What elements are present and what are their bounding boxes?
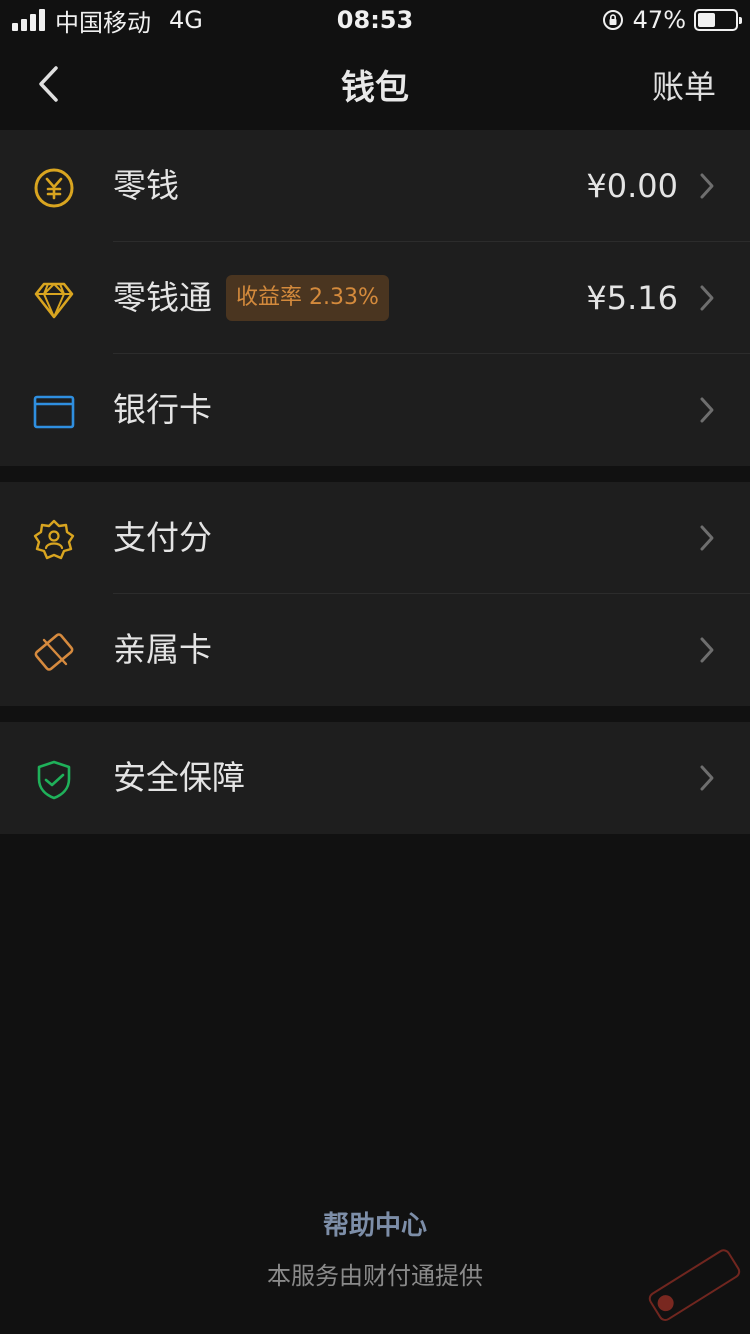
battery-icon (694, 9, 742, 31)
network-type: 4G (169, 6, 203, 34)
security-shield-icon (32, 758, 76, 802)
carrier-name: 中国移动 (55, 8, 151, 37)
list-item-family-card[interactable]: 亲属卡 (0, 594, 750, 706)
status-left: 中国移动 4G (12, 3, 203, 38)
yuan-coin-icon (32, 166, 76, 210)
signal-strength-icon (12, 9, 45, 31)
list-item-label: 支付分 (113, 518, 212, 557)
status-bar: 中国移动 4G 08:53 47% (0, 0, 750, 40)
list-item-security[interactable]: 安全保障 (0, 722, 750, 834)
wallet-group-3: 安全保障 (0, 722, 750, 834)
bill-button[interactable]: 账单 (652, 62, 716, 108)
battery-percent: 47% (632, 6, 686, 34)
page-title: 钱包 (341, 67, 409, 108)
list-item-label: 零钱通 (113, 278, 212, 317)
lingqiantong-balance: ¥5.16 (586, 279, 678, 317)
pay-score-badge-icon (32, 518, 76, 562)
list-item-lingqiantong[interactable]: 零钱通 收益率 2.33% ¥5.16 (0, 242, 750, 354)
chevron-left-icon (39, 66, 58, 102)
bank-card-icon (32, 390, 76, 434)
watermark-logo-icon (648, 1249, 741, 1321)
change-balance: ¥0.00 (586, 167, 678, 205)
list-item-bank-card[interactable]: 银行卡 (0, 354, 750, 466)
wallet-group-2: 支付分 亲属卡 (0, 482, 750, 706)
list-item-label: 零钱 (113, 166, 179, 205)
status-right: 47% (601, 6, 742, 34)
chevron-right-icon (700, 397, 714, 423)
chevron-right-icon (700, 173, 714, 199)
family-card-icon (32, 630, 76, 674)
orientation-lock-icon (602, 10, 623, 30)
back-button[interactable] (28, 62, 68, 106)
list-item-label: 安全保障 (113, 758, 245, 797)
yield-rate-badge: 收益率 2.33% (226, 275, 389, 321)
wallet-screen: 中国移动 4G 08:53 47% 钱包 账单 零钱 ¥0.00 零钱通 收益率… (0, 0, 750, 1334)
chevron-right-icon (700, 285, 714, 311)
wallet-group-1: 零钱 ¥0.00 零钱通 收益率 2.33% ¥5.16 银行卡 (0, 130, 750, 466)
list-item-label: 亲属卡 (113, 630, 212, 669)
nav-bar: 钱包 账单 (0, 40, 750, 128)
diamond-icon (32, 278, 76, 322)
list-item-label: 银行卡 (113, 390, 212, 429)
list-item-change[interactable]: 零钱 ¥0.00 (0, 130, 750, 242)
chevron-right-icon (700, 637, 714, 663)
help-center-link[interactable]: 帮助中心 (0, 1205, 750, 1242)
chevron-right-icon (700, 525, 714, 551)
list-item-pay-score[interactable]: 支付分 (0, 482, 750, 594)
chevron-right-icon (700, 765, 714, 791)
battery-level (698, 13, 715, 27)
